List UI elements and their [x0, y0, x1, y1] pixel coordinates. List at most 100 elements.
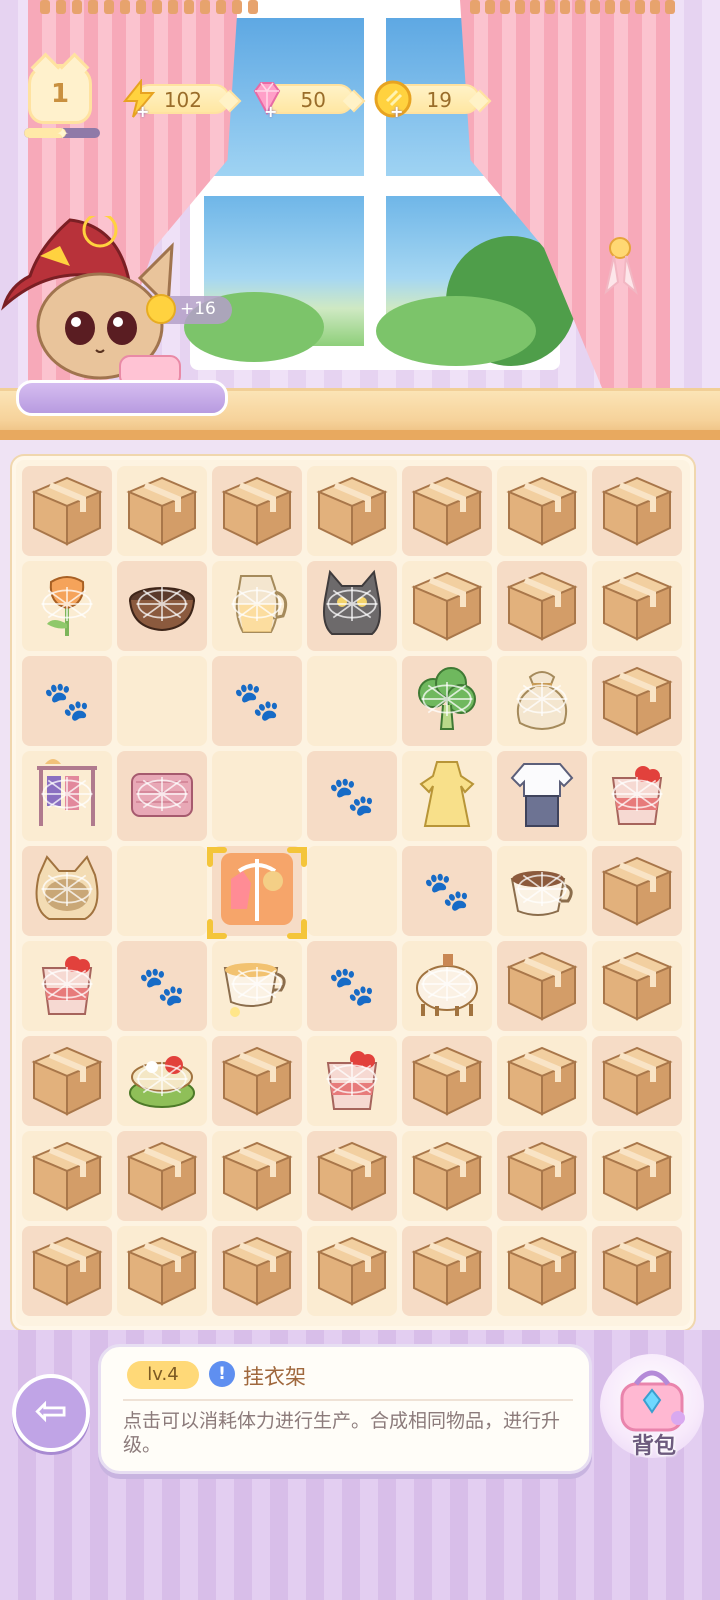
curtain-rod: [0, 0, 720, 14]
lightning-bolt-icon[interactable]: +: [118, 78, 160, 121]
board-cell[interactable]: [592, 751, 682, 841]
paw-print-icon: 🐾: [328, 963, 376, 1008]
board-cell[interactable]: [212, 941, 302, 1031]
board-cell[interactable]: [307, 846, 397, 936]
coffee-cup-icon: [510, 871, 573, 916]
board-cell[interactable]: [117, 751, 207, 841]
board-cell[interactable]: [592, 656, 682, 746]
back-button[interactable]: ⇦: [12, 1374, 90, 1452]
cardboard-box-icon: [221, 476, 293, 546]
merge-board: 🐾 🐾 🐾 🐾 🐾 🐾: [12, 456, 694, 1330]
board-cell[interactable]: [402, 941, 492, 1031]
paw-print-icon: 🐾: [138, 963, 186, 1008]
board-cell[interactable]: [497, 846, 587, 936]
board-cell[interactable]: [22, 466, 112, 556]
board-cell[interactable]: [497, 466, 587, 556]
cardboard-box-icon: [221, 1141, 293, 1211]
board-cell[interactable]: [497, 1226, 587, 1316]
piggy-icon: [416, 954, 478, 1016]
board-cell[interactable]: [307, 466, 397, 556]
character-name-plate: [16, 380, 228, 416]
board-cell[interactable]: [592, 466, 682, 556]
board-cell[interactable]: [402, 1036, 492, 1126]
board-cell[interactable]: [307, 1036, 397, 1126]
board-cell[interactable]: [497, 1036, 587, 1126]
board-cell[interactable]: [212, 1226, 302, 1316]
board-cell[interactable]: [592, 941, 682, 1031]
board-cell[interactable]: [592, 846, 682, 936]
player-level-badge[interactable]: 1: [28, 64, 92, 124]
cat-bed-icon: [35, 855, 99, 920]
board-cell[interactable]: [497, 656, 587, 746]
board-cell[interactable]: [497, 561, 587, 651]
board-cell[interactable]: [212, 466, 302, 556]
board-cell[interactable]: [117, 1036, 207, 1126]
cardboard-box-icon: [506, 951, 578, 1021]
board-cell[interactable]: [22, 846, 112, 936]
board-cell[interactable]: [497, 941, 587, 1031]
info-icon[interactable]: !: [209, 1361, 235, 1387]
board-cell[interactable]: [22, 751, 112, 841]
board-cell[interactable]: 🐾: [402, 846, 492, 936]
board-cell[interactable]: [402, 656, 492, 746]
board-cell[interactable]: [22, 561, 112, 651]
board-cell[interactable]: [402, 561, 492, 651]
board-cell[interactable]: [117, 561, 207, 651]
board-cell[interactable]: 🐾: [212, 656, 302, 746]
sack-icon: [516, 671, 568, 730]
broccoli-icon: [418, 667, 476, 730]
board-cell[interactable]: [212, 561, 302, 651]
board-cell[interactable]: [307, 561, 397, 651]
board-cell[interactable]: [402, 1226, 492, 1316]
paw-print-icon: 🐾: [423, 868, 471, 913]
board-cell[interactable]: [22, 1226, 112, 1316]
cardboard-box-icon: [601, 666, 673, 736]
curtain-tie-bow-icon: [604, 237, 638, 295]
board-cell[interactable]: [212, 1131, 302, 1221]
gem-value: 50: [300, 88, 326, 112]
yellow-dress-icon: [419, 761, 475, 827]
board-cell[interactable]: [402, 1131, 492, 1221]
board-cell[interactable]: 🐾: [307, 941, 397, 1031]
board-cell[interactable]: [402, 466, 492, 556]
coin-value: 19: [426, 88, 452, 112]
pink-diamond-icon[interactable]: +: [246, 78, 288, 121]
board-cell[interactable]: [117, 1131, 207, 1221]
board-cell[interactable]: [117, 466, 207, 556]
board-cell[interactable]: [497, 751, 587, 841]
board-cell[interactable]: [307, 1131, 397, 1221]
cardboard-box-icon: [316, 1141, 388, 1211]
cardboard-box-icon: [601, 1046, 673, 1116]
board-cell[interactable]: [497, 1131, 587, 1221]
board-cell[interactable]: [212, 751, 302, 841]
coin-reward-bubble[interactable]: +16: [146, 294, 232, 324]
board-cell[interactable]: [212, 1036, 302, 1126]
parfait-icon: [41, 956, 93, 1015]
cardboard-box-icon: [506, 1046, 578, 1116]
board-cell[interactable]: [592, 1036, 682, 1126]
board-cell[interactable]: [592, 561, 682, 651]
board-cell[interactable]: [402, 751, 492, 841]
cardboard-box-icon: [316, 476, 388, 546]
cardboard-box-icon: [506, 1141, 578, 1211]
board-cell[interactable]: [117, 656, 207, 746]
board-cell[interactable]: [117, 1226, 207, 1316]
board-cell[interactable]: 🐾: [117, 941, 207, 1031]
board-cell[interactable]: [117, 846, 207, 936]
cake-icon: [129, 1056, 195, 1108]
board-cell[interactable]: [592, 1226, 682, 1316]
sweater-icon: [131, 773, 193, 817]
board-cell[interactable]: [592, 1131, 682, 1221]
board-cell[interactable]: [307, 656, 397, 746]
cardboard-box-icon: [506, 476, 578, 546]
cardboard-box-icon: [411, 1141, 483, 1211]
item-name: 挂衣架: [243, 1365, 306, 1389]
board-cell[interactable]: [22, 1036, 112, 1126]
board-cell[interactable]: [22, 1131, 112, 1221]
board-cell[interactable]: [22, 941, 112, 1031]
board-cell[interactable]: [307, 1226, 397, 1316]
board-cell[interactable]: 🐾: [22, 656, 112, 746]
gold-coin-icon[interactable]: +: [372, 78, 414, 121]
board-cell[interactable]: 🐾: [307, 751, 397, 841]
cardboard-box-icon: [31, 476, 103, 546]
